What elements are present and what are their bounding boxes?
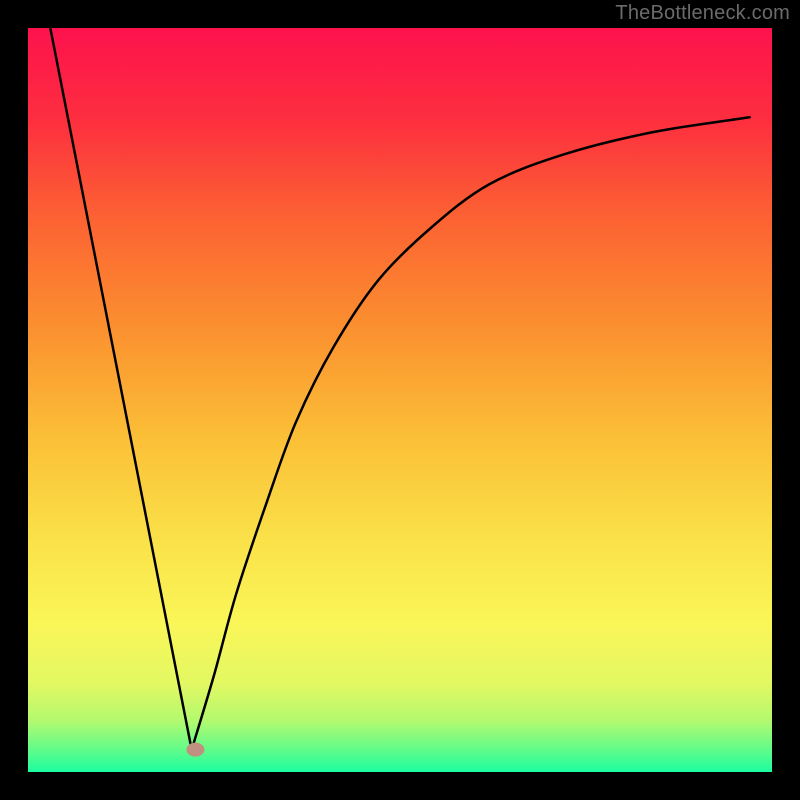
plot-background <box>28 28 772 772</box>
watermark-text: TheBottleneck.com <box>615 2 790 25</box>
chart-frame: TheBottleneck.com <box>0 0 800 800</box>
optimum-marker <box>186 743 204 757</box>
bottleneck-chart <box>0 0 800 800</box>
